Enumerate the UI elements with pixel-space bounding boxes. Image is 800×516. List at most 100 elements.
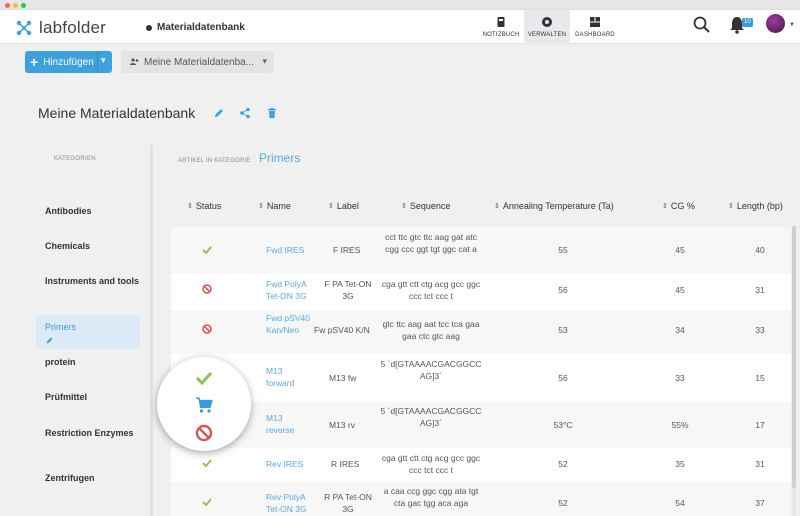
tab-notizbuch[interactable]: NOTIZBUCH (478, 10, 524, 44)
category-item-instruments[interactable]: Instruments and tools (36, 276, 140, 287)
blocked-icon (202, 324, 212, 334)
table-row[interactable]: M13 reverse M13 rv 5 ´d[GTAAAACGACGGCCAG… (171, 402, 791, 448)
column-header-label[interactable]: ⇕ Label (328, 201, 359, 211)
database-select[interactable]: Meine Materialdatenba... ▾ (121, 51, 274, 73)
row-length: 33 (755, 325, 765, 335)
sort-icon: ⇕ (187, 202, 193, 210)
row-name[interactable]: M13 forward (266, 365, 311, 389)
tab-dashboard[interactable]: DASHBOARD (572, 10, 618, 44)
column-header-length[interactable]: ⇕ Length (bp) (728, 201, 783, 211)
labfolder-logo-icon (16, 20, 32, 36)
row-annealing: 55 (558, 245, 568, 255)
row-cg: 54 (675, 498, 685, 508)
row-cg: 55% (671, 420, 689, 430)
row-name[interactable]: Rev PolyA Tet-ON 3G (266, 491, 321, 515)
row-label: R PA Tet-ON 3G (324, 492, 372, 514)
category-item-chemicals[interactable]: Chemicals (36, 241, 140, 252)
category-item-restriction-enzymes[interactable]: Restriction Enzymes (36, 428, 140, 439)
maximize-dot[interactable] (21, 3, 26, 8)
edit-icon[interactable] (213, 107, 225, 119)
check-icon (202, 246, 212, 255)
row-cg: 45 (675, 245, 685, 255)
tab-label: NOTIZBUCH (482, 32, 520, 38)
row-cg: 45 (675, 285, 685, 295)
sort-icon: ⇕ (662, 202, 668, 210)
items-category-title: Primers (259, 151, 301, 165)
sort-icon: ⇕ (494, 202, 500, 210)
table-row[interactable]: Fwd pSV40 Kan/Neo Fw pSV40 K/N gtc ttc a… (171, 310, 791, 354)
breadcrumb-label: Materialdatenbank (157, 22, 245, 33)
share-icon[interactable] (239, 107, 251, 119)
notebook-icon (497, 17, 505, 27)
trash-icon[interactable] (266, 107, 278, 119)
column-header-cg[interactable]: ⇕ CG % (662, 201, 695, 211)
chevron-down-icon: ▾ (262, 56, 267, 66)
toolbar: + Hinzufügen ▾ Meine Materialdatenba... … (0, 45, 800, 81)
app-logo[interactable]: labfolder (15, 18, 106, 38)
category-item-primers[interactable]: Primers (36, 315, 140, 349)
check-icon[interactable] (195, 369, 213, 387)
cart-icon[interactable] (195, 396, 213, 414)
category-label: Primers (45, 322, 76, 332)
tab-verwalten[interactable]: VERWALTEN (524, 10, 570, 44)
add-button[interactable]: + Hinzufügen ▾ (25, 51, 112, 73)
category-item-zentrifugen[interactable]: Zentrifugen (36, 473, 140, 484)
row-name[interactable]: M13 reverse (266, 412, 311, 436)
category-item-antibodies[interactable]: Antibodies (36, 206, 140, 217)
check-icon (202, 498, 212, 507)
row-name[interactable]: Fwd IRES (266, 244, 321, 256)
row-length: 31 (755, 285, 765, 295)
row-annealing: 52 (558, 498, 568, 508)
status-options-magnifier (157, 357, 251, 451)
row-name[interactable]: Rev IRES (266, 458, 321, 470)
database-icon (146, 24, 152, 31)
column-header-annealing[interactable]: ⇕ Annealing Temperature (Ta) (494, 201, 614, 211)
scrollbar-thumb[interactable] (792, 226, 796, 488)
table-row[interactable]: Fwd PolyA Tet-ON 3G F PA Tet-ON 3G cga g… (171, 274, 791, 310)
blocked-icon[interactable] (195, 424, 213, 442)
avatar[interactable] (766, 14, 785, 33)
row-length: 31 (755, 459, 765, 469)
column-header-name[interactable]: ⇕ Name (258, 201, 291, 211)
row-label: R IRES (331, 459, 360, 469)
table-row[interactable]: M13 forward M13 fw 5 ´d[GTAAAACGACGGCCAG… (171, 354, 791, 402)
edit-icon[interactable] (45, 336, 54, 345)
breadcrumb[interactable]: Materialdatenbank (146, 22, 245, 33)
row-cg: 33 (675, 373, 685, 383)
panel-divider (150, 145, 153, 516)
row-name[interactable]: Fwd pSV40 Kan/Neo (266, 312, 311, 336)
logo-text: labfolder (39, 18, 107, 37)
row-annealing: 53 (558, 325, 568, 335)
check-icon (202, 459, 212, 468)
button-divider (97, 51, 98, 73)
table-row[interactable]: Rev IRES R IRES cga gtt ctt ctg acg gcc … (171, 448, 791, 482)
row-sequence: 5 ´d[GTAAAACGACGGCCAG]3´ (380, 406, 482, 428)
window-titlebar (0, 0, 800, 10)
database-select-value: Meine Materialdatenba... (144, 56, 255, 68)
chevron-down-icon[interactable]: ▾ (101, 55, 106, 66)
row-annealing: 52 (558, 459, 568, 469)
category-item-protein[interactable]: protein (36, 357, 140, 368)
add-button-label: Hinzufügen (43, 56, 94, 68)
top-navigation: labfolder Materialdatenbank NOTIZBUCH VE… (0, 10, 800, 44)
row-annealing: 56 (558, 285, 568, 295)
column-header-sequence[interactable]: ⇕ Sequence (401, 201, 450, 211)
plus-icon: + (30, 54, 39, 70)
column-header-status[interactable]: ⇕ Status (187, 201, 221, 211)
minimize-dot[interactable] (13, 3, 18, 8)
row-label: M13 fw (329, 373, 357, 383)
search-icon[interactable] (692, 15, 712, 35)
chevron-down-icon[interactable]: ▼ (789, 22, 795, 28)
row-sequence: 5 ´d[GTAAAACGACGGCCAG]3´ (380, 359, 482, 381)
close-dot[interactable] (5, 3, 10, 8)
row-name[interactable]: Fwd PolyA Tet-ON 3G (266, 278, 321, 302)
table-row[interactable]: Fwd IRES F IRES cct ttc gtc ttc aag gat … (171, 227, 791, 274)
row-length: 15 (755, 373, 765, 383)
row-length: 17 (755, 420, 765, 430)
row-sequence: cct ttc gtc ttc aag gat atc cgg ccc ggt … (385, 232, 477, 254)
category-item-pruefmittel[interactable]: Prüfmittel (36, 392, 140, 403)
row-length: 40 (755, 245, 765, 255)
sort-icon: ⇕ (728, 202, 734, 210)
sort-icon: ⇕ (258, 202, 264, 210)
table-row[interactable]: Rev PolyA Tet-ON 3G R PA Tet-ON 3G a caa… (171, 482, 791, 516)
